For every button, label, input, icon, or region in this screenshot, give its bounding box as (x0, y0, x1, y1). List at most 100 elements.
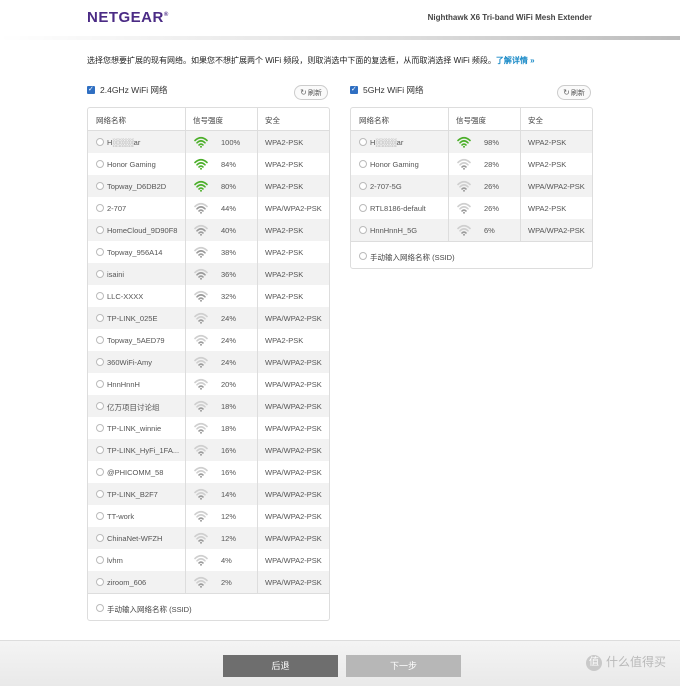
wifi-signal-icon (194, 377, 208, 390)
table-row[interactable]: 360WiFi-Amy 24% WPA/WPA2-PSK (88, 351, 329, 373)
manual-ssid-radio[interactable] (96, 604, 104, 612)
band24-checkbox[interactable] (87, 85, 95, 94)
band5-manual-ssid[interactable]: 手动输入网络名称 (SSID) (351, 244, 592, 268)
manual-ssid-radio[interactable] (359, 252, 367, 260)
network-radio[interactable] (96, 556, 104, 564)
network-radio[interactable] (96, 138, 104, 146)
signal-percent: 12% (221, 534, 237, 543)
table-row[interactable]: Topway_956A14 38% WPA2-PSK (88, 241, 329, 263)
network-name: H░░░░ar (107, 138, 141, 147)
table-row[interactable]: TP-LINK_025E 24% WPA/WPA2-PSK (88, 307, 329, 329)
band5-checkbox[interactable] (350, 85, 358, 94)
security-type: WPA2-PSK (528, 204, 567, 213)
signal-percent: 28% (484, 160, 500, 169)
table-row[interactable]: lvhm 4% WPA/WPA2-PSK (88, 549, 329, 571)
learn-more-link[interactable]: 了解详情 » (496, 56, 535, 65)
network-name: TP-LINK_winnie (107, 424, 162, 433)
wifi-signal-icon (194, 443, 208, 456)
table-row[interactable]: TT-work 12% WPA/WPA2-PSK (88, 505, 329, 527)
network-radio[interactable] (359, 138, 367, 146)
network-radio[interactable] (96, 424, 104, 432)
signal-percent: 100% (221, 138, 241, 147)
table-row[interactable]: TP-LINK_winnie 18% WPA/WPA2-PSK (88, 417, 329, 439)
network-radio[interactable] (96, 182, 104, 190)
network-radio[interactable] (96, 446, 104, 454)
security-type: WPA2-PSK (265, 182, 304, 191)
next-button[interactable]: 下一步 (346, 655, 461, 677)
network-radio[interactable] (359, 226, 367, 234)
table-row[interactable]: Topway_5AED79 24% WPA2-PSK (88, 329, 329, 351)
network-radio[interactable] (96, 248, 104, 256)
band24-refresh-button[interactable]: ↻刷新 (294, 85, 328, 100)
security-type: WPA/WPA2-PSK (265, 380, 322, 389)
watermark: 值什么值得买 (585, 653, 666, 671)
network-radio[interactable] (96, 490, 104, 498)
network-name: ChinaNet-WFZH (107, 534, 163, 543)
band24-network-table: 网络名称 信号强度 安全 手动输入网络名称 (SSID) H░░░░ar 100%… (87, 107, 330, 621)
table-row[interactable]: 2-707-5G 26% WPA/WPA2-PSK (351, 175, 592, 197)
table-row[interactable]: ChinaNet-WFZH 12% WPA/WPA2-PSK (88, 527, 329, 549)
security-type: WPA/WPA2-PSK (265, 468, 322, 477)
column-divider (448, 108, 449, 241)
network-radio[interactable] (96, 226, 104, 234)
band24-manual-ssid[interactable]: 手动输入网络名称 (SSID) (88, 596, 329, 620)
table-row[interactable]: Topway_D6DB2D 80% WPA2-PSK (88, 175, 329, 197)
network-radio[interactable] (359, 204, 367, 212)
security-type: WPA2-PSK (265, 292, 304, 301)
table-row[interactable]: @PHICOMM_58 16% WPA/WPA2-PSK (88, 461, 329, 483)
network-name: Topway_956A14 (107, 248, 163, 257)
signal-percent: 6% (484, 226, 495, 235)
table-row[interactable]: LLC-XXXX 32% WPA2-PSK (88, 285, 329, 307)
network-name: 360WiFi-Amy (107, 358, 153, 367)
back-button[interactable]: 后退 (223, 655, 338, 677)
table-row[interactable]: isaini 36% WPA2-PSK (88, 263, 329, 285)
wifi-signal-icon (194, 531, 208, 544)
network-radio[interactable] (96, 468, 104, 476)
table-row[interactable]: RTL8186-default 26% WPA2-PSK (351, 197, 592, 219)
network-radio[interactable] (96, 358, 104, 366)
band5-refresh-button[interactable]: ↻刷新 (557, 85, 591, 100)
table-row[interactable]: TP-LINK_B2F7 14% WPA/WPA2-PSK (88, 483, 329, 505)
network-radio[interactable] (96, 160, 104, 168)
table-row[interactable]: HnnHnnH_5G 6% WPA/WPA2-PSK (351, 219, 592, 241)
table-row[interactable]: H░░░░ar 98% WPA2-PSK (351, 131, 592, 153)
network-radio[interactable] (96, 314, 104, 322)
table-row[interactable]: 2-707 44% WPA/WPA2-PSK (88, 197, 329, 219)
wifi-signal-icon (194, 553, 208, 566)
network-radio[interactable] (96, 292, 104, 300)
network-name: ziroom_606 (107, 578, 147, 587)
security-type: WPA2-PSK (265, 226, 304, 235)
network-name: Topway_D6DB2D (107, 182, 167, 191)
security-type: WPA/WPA2-PSK (265, 578, 322, 587)
wifi-signal-icon (457, 135, 471, 148)
network-radio[interactable] (96, 270, 104, 278)
network-radio[interactable] (96, 402, 104, 410)
signal-percent: 98% (484, 138, 500, 147)
network-radio[interactable] (96, 336, 104, 344)
table-row[interactable]: 亿万项目讨论组 18% WPA/WPA2-PSK (88, 395, 329, 417)
table-row[interactable]: HnnHnnH 20% WPA/WPA2-PSK (88, 373, 329, 395)
network-radio[interactable] (359, 182, 367, 190)
column-divider (257, 108, 258, 593)
network-radio[interactable] (96, 380, 104, 388)
table-row[interactable]: HomeCloud_9D90F8 40% WPA2-PSK (88, 219, 329, 241)
network-name: isaini (107, 270, 125, 279)
security-type: WPA2-PSK (528, 138, 567, 147)
signal-percent: 26% (484, 204, 500, 213)
network-radio[interactable] (96, 512, 104, 520)
wifi-signal-icon (194, 157, 208, 170)
table-row[interactable]: Honor Gaming 84% WPA2-PSK (88, 153, 329, 175)
security-type: WPA/WPA2-PSK (265, 556, 322, 565)
network-radio[interactable] (96, 534, 104, 542)
table-row[interactable]: Honor Gaming 28% WPA2-PSK (351, 153, 592, 175)
table-row[interactable]: TP-LINK_HyFi_1FA... 16% WPA/WPA2-PSK (88, 439, 329, 461)
network-radio[interactable] (359, 160, 367, 168)
column-security: 安全 (528, 116, 543, 125)
network-radio[interactable] (96, 204, 104, 212)
network-radio[interactable] (96, 578, 104, 586)
signal-percent: 16% (221, 468, 237, 477)
table-row[interactable]: ziroom_606 2% WPA/WPA2-PSK (88, 571, 329, 593)
column-security: 安全 (265, 116, 280, 125)
wifi-signal-icon (194, 179, 208, 192)
table-row[interactable]: H░░░░ar 100% WPA2-PSK (88, 131, 329, 153)
